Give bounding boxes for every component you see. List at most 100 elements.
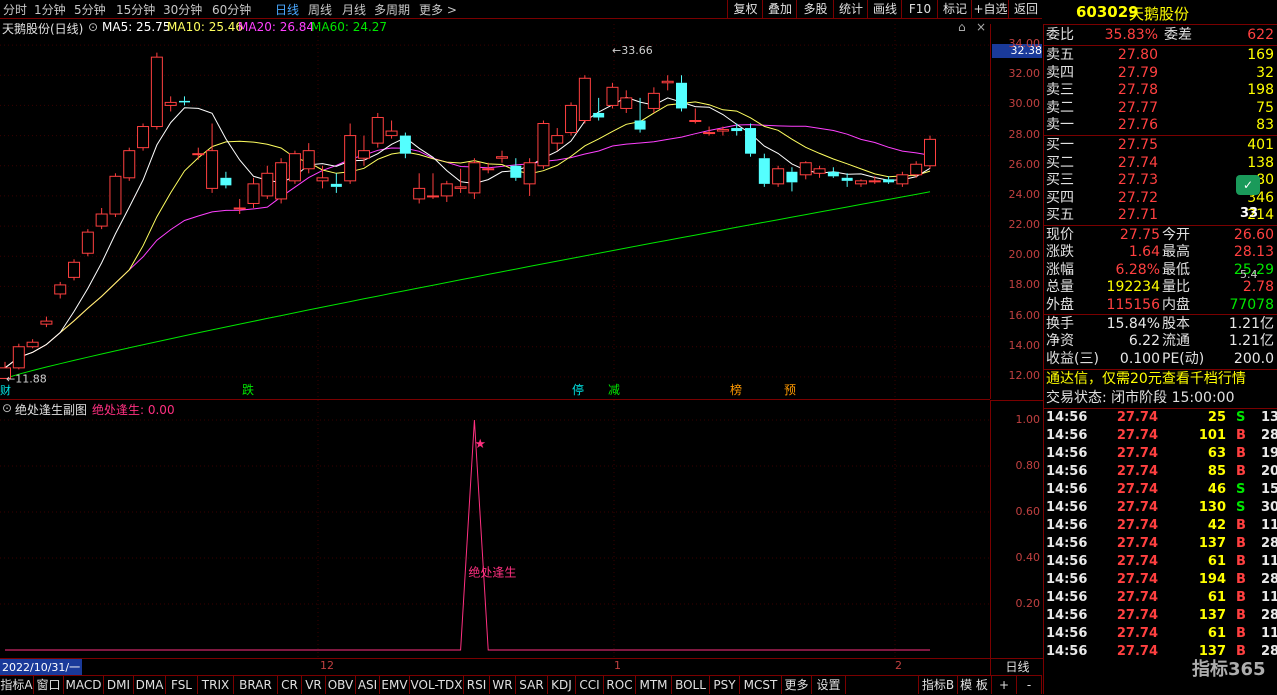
candle [247,177,260,208]
check-icon[interactable]: ✓ [1236,175,1260,195]
price-tick: 26.00 [1008,157,1041,171]
toolbar-button-3[interactable]: 统计 [833,0,868,18]
ask-volume: 75 [1256,99,1274,116]
indicator-tab-21[interactable]: BOLL [672,676,710,694]
stock-name: 天鹅股份 [1129,5,1190,23]
indicator-tab-2[interactable]: MACD [64,676,104,694]
indicator-tab-11[interactable]: ASI [356,676,380,694]
tick-volume: 46 [1207,482,1226,498]
ask-row[interactable]: 卖三 27.78 198 [1046,81,1276,99]
period-tab-10[interactable]: 更多 > [419,1,457,18]
candle [647,87,660,113]
toolbar-button-4[interactable]: 画线 [867,0,902,18]
tick-time: 14:56 [1046,446,1088,462]
indicator-tab-26[interactable]: 指标B [918,676,958,694]
toolbar-button-1[interactable]: 叠加 [762,0,797,18]
period-toolbar: 分时 1分钟 5分钟 15分钟 30分钟 60分钟 日线 周线 月线 多周期 更多 > 复权 叠加 多股统… [0,0,1042,19]
ask-row[interactable]: 卖二 27.77 75 [1046,99,1276,117]
period-tab-3[interactable]: 15分钟 [116,1,155,18]
promo-link[interactable]: 通达信，仅需20元查看千档行情 [1046,370,1276,388]
indicator-tab-24[interactable]: 更多 [782,676,812,694]
candle [841,173,853,187]
ask-row[interactable]: 卖五 27.80 169 [1046,46,1276,64]
indicator-tab-9[interactable]: VR [302,676,326,694]
indicator-tab-18[interactable]: CCI [576,676,604,694]
indicator-tab-0[interactable]: 指标A [0,676,34,694]
ask-row[interactable]: 卖四 27.79 32 [1046,64,1276,82]
indicator-tab-17[interactable]: KDJ [548,676,576,694]
indicator-tab-5[interactable]: FSL [166,676,198,694]
indicator-tab-25[interactable]: 设置 [812,676,846,694]
tick-count: 11 [1261,518,1277,534]
period-tab-5[interactable]: 60分钟 [212,1,251,18]
candle [413,173,426,204]
quote-row: 净资 6.22 流通 1.21亿 [1046,332,1276,350]
period-tab-1[interactable]: 1分钟 [34,1,66,18]
indicator-tab-10[interactable]: OBV [326,676,356,694]
indicator-tab-15[interactable]: WR [490,676,516,694]
price-tick: 18.00 [1008,278,1041,292]
toolbar-button-5[interactable]: F10 [901,0,938,18]
indicator-tab-13[interactable]: VOL-TDX [410,676,464,694]
period-button[interactable]: 日线 [990,658,1044,675]
candle [68,259,81,281]
tick-side: B [1236,428,1246,444]
indicator-tab-1[interactable]: 窗口 [34,676,64,694]
candle [593,97,605,121]
indicator-tab-23[interactable]: MCST [740,676,782,694]
tick-row: 14:56 27.74 42 B 11 [1046,517,1277,535]
tick-side: B [1236,554,1246,570]
tick-time: 14:56 [1046,482,1088,498]
quote-label-2: 流通 [1162,333,1190,350]
toolbar-button-8[interactable]: 返回 [1008,0,1043,18]
bid-row[interactable]: 买二 27.74 138 [1046,154,1276,172]
toolbar-button-6[interactable]: 标记 [937,0,972,18]
bid-row[interactable]: 买一 27.75 401 [1046,136,1276,154]
zoom-out-button[interactable]: - [1017,676,1042,694]
candle [109,173,122,218]
indicator-tab-4[interactable]: DMA [134,676,166,694]
tick-row: 14:56 27.74 85 B 20 [1046,463,1277,481]
ask-row[interactable]: 卖一 27.76 83 [1046,116,1276,134]
indicator-tab-8[interactable]: CR [278,676,302,694]
toolbar-button-7[interactable]: +自选 [971,0,1009,18]
ask-label: 卖三 [1046,82,1074,99]
zoom-in-button[interactable]: + [992,676,1017,694]
bid-label: 买三 [1046,172,1074,189]
candle [675,75,687,112]
toolbar-button-0[interactable]: 复权 [727,0,763,18]
indicator-tab-22[interactable]: PSY [710,676,740,694]
tick-price: 27.74 [1116,590,1158,606]
indicator-tab-19[interactable]: ROC [604,676,636,694]
bid-price: 27.71 [1117,207,1158,224]
period-tab-0[interactable]: 分时 [3,1,27,18]
indicator-tab-12[interactable]: EMV [380,676,410,694]
tick-price: 27.74 [1116,500,1158,516]
period-tab-2[interactable]: 5分钟 [74,1,106,18]
peak-star-icon: ★ [474,437,486,452]
indicator-tab-3[interactable]: DMI [104,676,134,694]
tick-time: 14:56 [1046,464,1088,480]
indicator-tab-16[interactable]: SAR [516,676,548,694]
toolbar-button-2[interactable]: 多股 [796,0,834,18]
indicator-tab-27[interactable]: 模 板 [957,676,992,694]
candle [924,135,936,169]
sub-indicator-chart[interactable]: ★ 绝处逢生 [0,400,990,658]
indicator-tab-6[interactable]: TRIX [198,676,234,694]
bid-label: 买二 [1046,154,1074,171]
period-tab-6[interactable]: 日线 [275,1,299,18]
quote-label: 总量 [1046,279,1074,296]
period-tab-8[interactable]: 月线 [342,1,366,18]
candlestick-chart[interactable]: ←33.66 ←11.88财 跌 停 减 榜 预 [0,24,990,399]
period-tab-9[interactable]: 多周期 [374,1,410,18]
period-tab-4[interactable]: 30分钟 [163,1,202,18]
indicator-tab-7[interactable]: BRAR [234,676,278,694]
period-tab-7[interactable]: 周线 [308,1,332,18]
indicator-tab-14[interactable]: RSI [464,676,490,694]
tick-row: 14:56 27.74 61 B 11 [1046,625,1277,643]
indicator-tab-20[interactable]: MTM [636,676,672,694]
sub-axis-tick: 0.60 [1015,505,1041,518]
signal-marker-1: 停 [572,382,584,397]
weibi-value: 35.83% [1104,27,1158,43]
candle [689,108,702,124]
